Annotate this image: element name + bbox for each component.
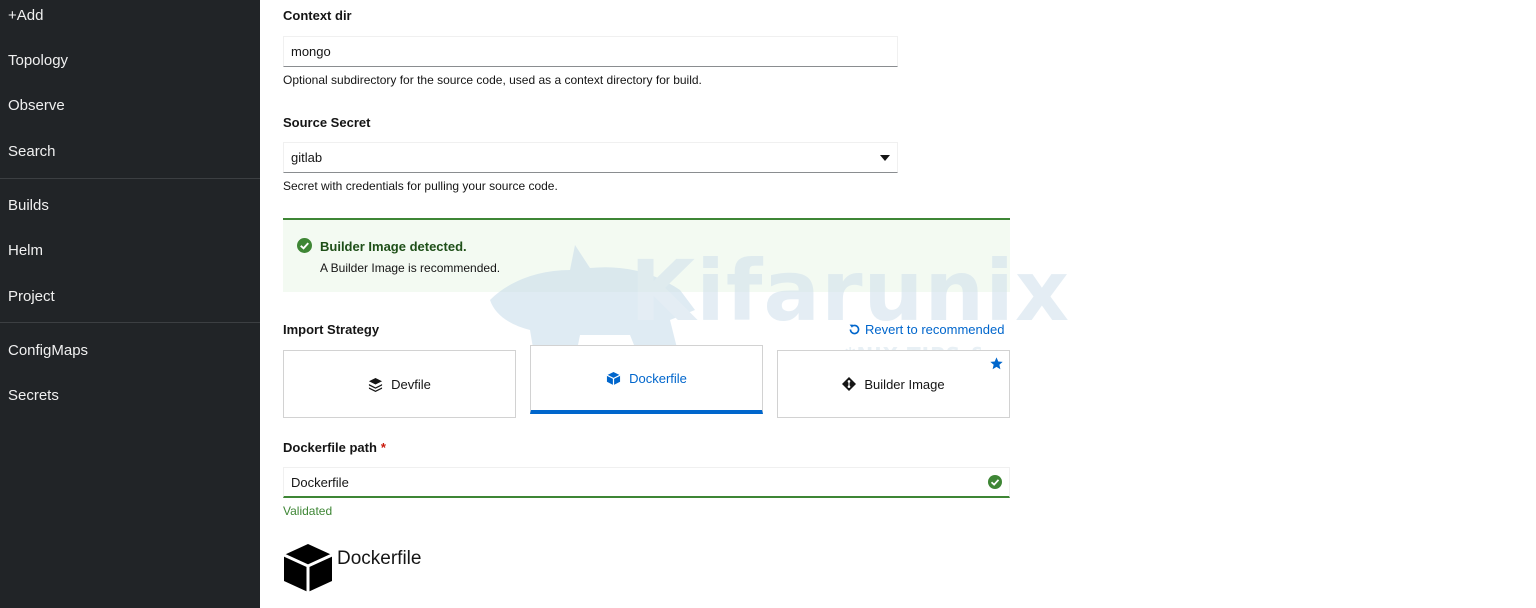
sidebar-item-helm[interactable]: Helm xyxy=(8,242,43,260)
check-circle-icon xyxy=(988,475,1002,489)
dockerfile-path-value: Dockerfile xyxy=(291,474,349,490)
dockerfile-logo-icon xyxy=(283,544,333,592)
strategy-tile-label: Devfile xyxy=(391,376,431,392)
context-dir-input[interactable]: mongo xyxy=(283,36,898,67)
caret-down-icon xyxy=(880,154,890,161)
sidebar-item-configmaps[interactable]: ConfigMaps xyxy=(8,342,88,360)
context-dir-value: mongo xyxy=(291,44,331,59)
alert-title: Builder Image detected. xyxy=(320,239,467,254)
context-dir-helper: Optional subdirectory for the source cod… xyxy=(283,73,702,87)
star-icon xyxy=(990,357,1003,370)
sidebar-item-observe[interactable]: Observe xyxy=(8,97,65,115)
sidebar-divider xyxy=(0,322,260,323)
strategy-tile-builder-image[interactable]: Builder Image xyxy=(777,350,1010,418)
sidebar-item-add[interactable]: +Add xyxy=(8,7,43,25)
strategy-tile-label: Dockerfile xyxy=(629,370,687,386)
builder-image-alert: Builder Image detected. A Builder Image … xyxy=(283,218,1010,292)
git-icon xyxy=(842,377,857,391)
revert-label: Revert to recommended xyxy=(865,322,1005,337)
cube-icon xyxy=(606,371,621,385)
revert-to-recommended-link[interactable]: Revert to recommended xyxy=(848,322,1004,337)
sidebar-item-builds[interactable]: Builds xyxy=(8,197,49,215)
strategy-tile-dockerfile[interactable]: Dockerfile xyxy=(530,345,763,414)
undo-icon xyxy=(849,324,860,335)
dockerfile-path-status: Validated xyxy=(283,504,333,518)
dockerfile-path-label-text: Dockerfile path xyxy=(283,440,377,455)
layers-icon xyxy=(369,377,383,392)
sidebar-item-search[interactable]: Search xyxy=(8,143,56,161)
source-secret-select[interactable]: gitlab xyxy=(283,142,898,173)
sidebar-item-project[interactable]: Project xyxy=(8,288,55,306)
import-strategy-label: Import Strategy xyxy=(283,322,380,337)
main-content: Context dir mongo Optional subdirectory … xyxy=(260,0,1536,608)
sidebar-item-secrets[interactable]: Secrets xyxy=(8,387,59,405)
strategy-tile-label: Builder Image xyxy=(864,376,945,392)
source-secret-label: Source Secret xyxy=(283,115,371,130)
sidebar-item-topology[interactable]: Topology xyxy=(8,52,68,70)
source-secret-helper: Secret with credentials for pulling your… xyxy=(283,179,558,193)
dockerfile-path-input[interactable]: Dockerfile xyxy=(283,467,1010,498)
strategy-tile-devfile[interactable]: Devfile xyxy=(283,350,516,418)
source-secret-value: gitlab xyxy=(291,150,323,165)
dockerfile-logo-label: Dockerfile xyxy=(337,548,422,569)
check-circle-icon xyxy=(297,238,312,253)
dockerfile-path-label: Dockerfile path * xyxy=(283,440,386,455)
required-marker: * xyxy=(380,440,386,455)
alert-description: A Builder Image is recommended. xyxy=(320,261,501,275)
sidebar-divider xyxy=(0,178,260,179)
sidebar: +Add Topology Observe Search Builds Helm… xyxy=(0,0,260,608)
context-dir-label: Context dir xyxy=(283,8,352,23)
